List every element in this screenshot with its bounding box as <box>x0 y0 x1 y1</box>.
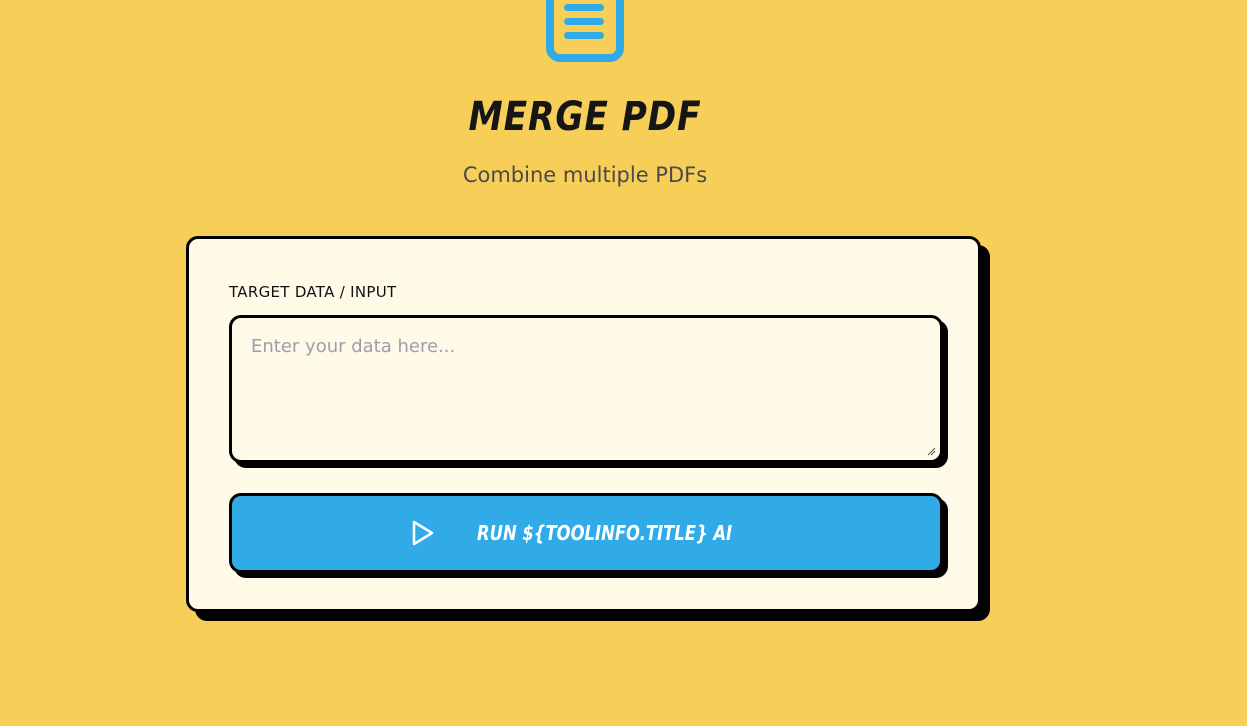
play-icon <box>413 520 434 546</box>
run-button-label: RUN ${TOOLINFO.TITLE} AI <box>477 521 733 545</box>
page-subtitle: Combine multiple PDFs <box>462 163 708 187</box>
page-header: MERGE PDF Combine multiple PDFs <box>0 0 1170 220</box>
tool-card: TARGET DATA / INPUT RUN ${TOOLINFO.TITLE… <box>186 236 981 612</box>
input-label: TARGET DATA / INPUT <box>229 283 397 301</box>
document-icon <box>546 0 624 62</box>
run-button[interactable]: RUN ${TOOLINFO.TITLE} AI <box>229 493 943 573</box>
data-input[interactable] <box>232 318 940 460</box>
input-container <box>229 315 943 463</box>
resize-handle-icon[interactable] <box>927 447 936 456</box>
page-title: MERGE PDF <box>468 94 702 140</box>
